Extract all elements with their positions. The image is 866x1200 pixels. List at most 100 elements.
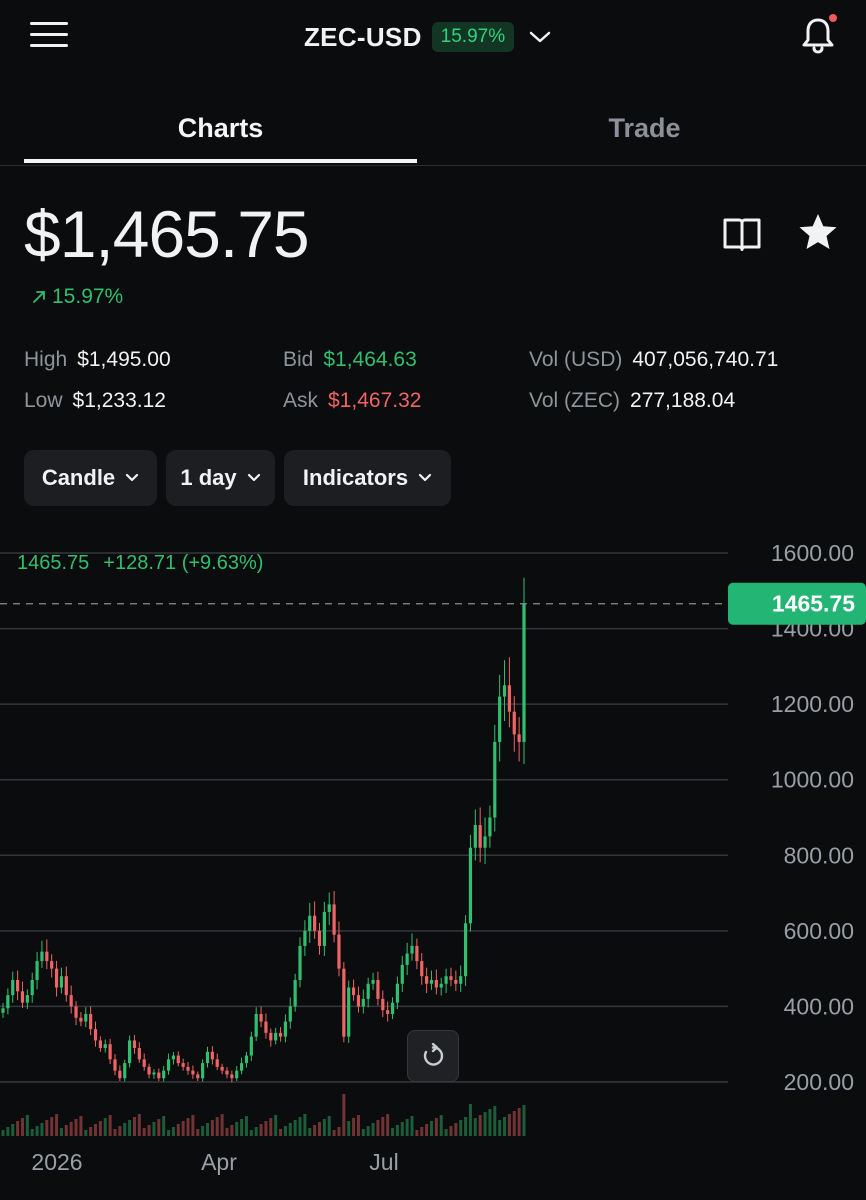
y-tick-label: 800.00 bbox=[784, 842, 854, 868]
candle-body bbox=[118, 1070, 122, 1079]
tab-charts[interactable]: Charts bbox=[24, 92, 417, 164]
candle-body bbox=[400, 964, 404, 984]
volume-bar bbox=[254, 1127, 258, 1136]
stat-ask-label: Ask bbox=[283, 389, 319, 412]
candle-body bbox=[351, 987, 356, 996]
chart-type-label: Candle bbox=[41, 465, 116, 490]
candle-body bbox=[502, 685, 507, 697]
candle-body bbox=[6, 995, 10, 1009]
x-tick-label: 2026 bbox=[31, 1149, 82, 1175]
y-tick-label: 1600.00 bbox=[771, 540, 854, 566]
volume-bar bbox=[98, 1121, 102, 1136]
volume-bar bbox=[171, 1127, 175, 1136]
candle-body bbox=[468, 847, 473, 924]
candle-body bbox=[64, 976, 68, 996]
volume-bar bbox=[473, 1118, 477, 1136]
volume-bar bbox=[25, 1115, 29, 1136]
volume-bar bbox=[488, 1109, 492, 1136]
candle-body bbox=[239, 1063, 244, 1071]
interval-dropdown[interactable]: 1 day bbox=[166, 450, 275, 506]
volume-bar bbox=[206, 1123, 210, 1136]
volume-bar bbox=[45, 1120, 49, 1136]
volume-bar bbox=[352, 1118, 356, 1136]
stat-bid-label: Bid bbox=[283, 348, 314, 371]
stat-bid-value: $1,464.63 bbox=[323, 348, 417, 371]
y-tick-label: 1200.00 bbox=[771, 691, 854, 717]
candle-body bbox=[322, 911, 326, 946]
volume-bar bbox=[30, 1129, 34, 1136]
candle-body bbox=[147, 1066, 151, 1075]
volume-bar bbox=[40, 1123, 44, 1136]
candle-body bbox=[356, 995, 361, 1007]
chevron-down-icon bbox=[529, 31, 551, 43]
volume-bar bbox=[6, 1127, 10, 1136]
volume-bar bbox=[342, 1094, 346, 1136]
volume-bar bbox=[371, 1123, 375, 1136]
volume-bar bbox=[142, 1128, 146, 1136]
candle-body bbox=[40, 951, 44, 962]
candle-body bbox=[361, 998, 365, 1007]
volume-bar bbox=[20, 1118, 24, 1136]
volume-bar bbox=[283, 1126, 287, 1136]
x-tick-label: Jul bbox=[369, 1149, 398, 1175]
candle-body bbox=[366, 983, 370, 999]
tab-trade[interactable]: Trade bbox=[437, 92, 852, 164]
volume-bar bbox=[181, 1121, 185, 1136]
indicators-dropdown[interactable]: Indicators bbox=[284, 450, 451, 506]
volume-bar bbox=[478, 1115, 482, 1136]
volume-bar bbox=[434, 1118, 438, 1136]
candle-body bbox=[498, 696, 502, 742]
book-icon[interactable] bbox=[722, 214, 762, 252]
notification-dot bbox=[829, 14, 837, 22]
candle-body bbox=[45, 951, 49, 962]
candle-body bbox=[386, 1010, 390, 1014]
chevron-down-icon bbox=[247, 473, 260, 482]
price-chart[interactable]: 1600.001400.001200.001000.00800.00600.00… bbox=[0, 530, 866, 1200]
candle-body bbox=[244, 1055, 249, 1064]
stat-low-label: Low bbox=[24, 389, 63, 412]
volume-bar bbox=[94, 1124, 98, 1136]
volume-bar bbox=[84, 1130, 88, 1136]
chart-type-dropdown[interactable]: Candle bbox=[24, 450, 157, 506]
candle-body bbox=[69, 995, 73, 1007]
x-tick-label: Apr bbox=[201, 1149, 237, 1175]
candle-body bbox=[235, 1070, 239, 1079]
candle-body bbox=[103, 1044, 107, 1048]
candle-body bbox=[30, 979, 34, 996]
volume-bar bbox=[269, 1118, 273, 1136]
volume-bar bbox=[288, 1123, 292, 1136]
indicators-label: Indicators bbox=[302, 465, 409, 490]
reset-chart-button[interactable] bbox=[407, 1030, 459, 1082]
volume-bar bbox=[317, 1122, 321, 1136]
menu-icon[interactable] bbox=[30, 22, 68, 50]
volume-bar bbox=[186, 1118, 190, 1136]
arrow-up-right-icon bbox=[33, 291, 45, 303]
volume-bar bbox=[132, 1117, 136, 1136]
candle-body bbox=[376, 979, 380, 999]
candle-body bbox=[215, 1059, 219, 1067]
stat-vol-usd-label: Vol (USD) bbox=[529, 348, 623, 371]
volume-bar bbox=[259, 1124, 263, 1136]
volume-bar bbox=[201, 1126, 205, 1136]
pair-selector[interactable]: ZEC-USD 15.97% bbox=[304, 20, 552, 54]
top-bar: ZEC-USD 15.97% bbox=[0, 0, 866, 76]
candle-body bbox=[381, 998, 385, 1011]
volume-bar bbox=[293, 1120, 297, 1136]
candle-body bbox=[517, 734, 521, 742]
volume-bar bbox=[522, 1105, 526, 1136]
candle-body bbox=[20, 991, 25, 1003]
candle-body bbox=[439, 983, 443, 988]
volume-bar bbox=[395, 1125, 399, 1136]
volume-bar bbox=[244, 1116, 248, 1136]
candle-body bbox=[50, 961, 54, 969]
candle-body bbox=[249, 1036, 253, 1056]
candle-body bbox=[522, 603, 526, 742]
volume-bar bbox=[50, 1117, 54, 1136]
candle-body bbox=[342, 968, 346, 1037]
candle-body bbox=[473, 825, 477, 848]
star-icon[interactable] bbox=[797, 212, 839, 252]
stat-vol-usd-value: 407,056,740.71 bbox=[632, 348, 779, 371]
chevron-down-icon bbox=[418, 473, 432, 482]
volume-bar bbox=[308, 1128, 312, 1136]
stat-vol-zec-value: 277,188.04 bbox=[630, 389, 736, 412]
